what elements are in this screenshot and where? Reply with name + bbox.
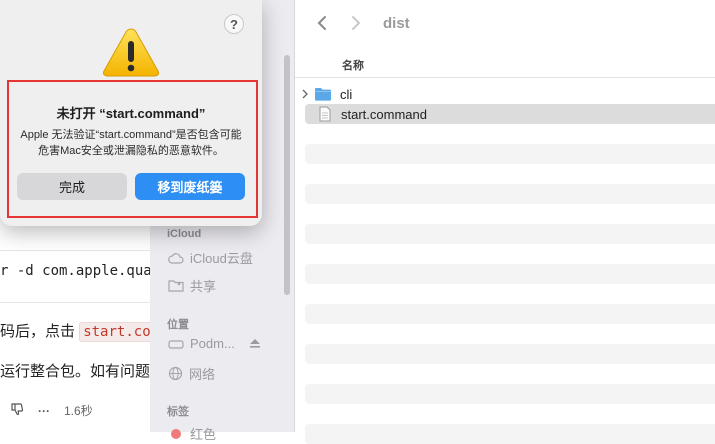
column-header-name[interactable]: 名称 (295, 50, 715, 78)
file-name: start.command (341, 106, 427, 122)
file-row-start-command[interactable]: start.command (305, 104, 715, 124)
dialog-message: Apple 无法验证“start.command”是否包含可能危害Mac安全或泄… (20, 129, 242, 157)
chevron-left-icon (317, 16, 326, 30)
file-name: cli (340, 86, 353, 102)
empty-row (305, 264, 715, 284)
disk-icon (168, 339, 184, 349)
sidebar-item-label: 网络 (189, 367, 216, 382)
security-alert-dialog: ? 未打开 “start.command” Apple 无法验证“start.c… (0, 0, 262, 226)
empty-row (305, 424, 715, 444)
paragraph: 码后，点击 start.com (0, 320, 164, 342)
folder-title: dist (383, 15, 410, 32)
sidebar-item-icloud-drive[interactable]: iCloud云盘 (168, 248, 253, 267)
column-label: 名称 (342, 60, 364, 72)
sidebar-item-label: Podm... (190, 336, 235, 351)
dialog-title: 未打开 “start.command” (56, 106, 206, 121)
sidebar-item-red-tag[interactable]: 红色 (168, 424, 216, 443)
cloud-icon (168, 252, 184, 264)
file-list-pane: dist 名称 cli start.command (295, 0, 715, 444)
message-footer: ··· 1.6秒 (10, 402, 93, 419)
empty-row (305, 304, 715, 324)
thumbs-down-icon[interactable] (10, 402, 24, 419)
sidebar-item-network[interactable]: 网络 (168, 364, 215, 383)
document-icon (319, 106, 331, 122)
shared-folder-icon (168, 280, 184, 292)
sidebar-section-locations: 位置 (167, 319, 189, 331)
code-line: r -d com.apple.qua (0, 263, 152, 279)
warning-icon (102, 28, 160, 77)
empty-row (305, 224, 715, 244)
sidebar-item-shared[interactable]: 共享 (168, 276, 216, 295)
eject-icon (249, 339, 260, 348)
toolbar: dist (295, 0, 715, 48)
help-button[interactable]: ? (224, 14, 244, 34)
sidebar-section-tags: 标签 (167, 406, 189, 418)
done-button[interactable]: 完成 (17, 173, 127, 200)
response-time: 1.6秒 (64, 404, 93, 418)
globe-icon (168, 366, 183, 381)
paragraph-text: 码后，点击 (0, 323, 76, 340)
paragraph: 运行整合包。如有问题 (0, 363, 151, 380)
sidebar-section-icloud: iCloud (167, 228, 202, 240)
forward-button[interactable] (345, 12, 367, 34)
empty-row (305, 344, 715, 364)
folder-icon (315, 88, 331, 101)
sidebar-item-label: 共享 (190, 279, 217, 294)
empty-row (305, 144, 715, 164)
disclosure-arrow-icon (302, 89, 308, 99)
chevron-right-icon (352, 16, 361, 30)
file-row-cli[interactable]: cli (302, 84, 715, 104)
sidebar-item-label: 红色 (190, 427, 217, 442)
red-tag-icon (171, 428, 181, 439)
empty-row (305, 384, 715, 404)
back-button[interactable] (311, 12, 333, 34)
empty-row (305, 184, 715, 204)
sidebar-item-label: iCloud云盘 (190, 251, 253, 266)
move-to-trash-button[interactable]: 移到废纸篓 (135, 173, 245, 200)
sidebar-scrollbar[interactable] (284, 55, 290, 295)
sidebar-item-podman[interactable]: Podm... (168, 336, 261, 351)
more-icon[interactable]: ··· (38, 404, 50, 418)
